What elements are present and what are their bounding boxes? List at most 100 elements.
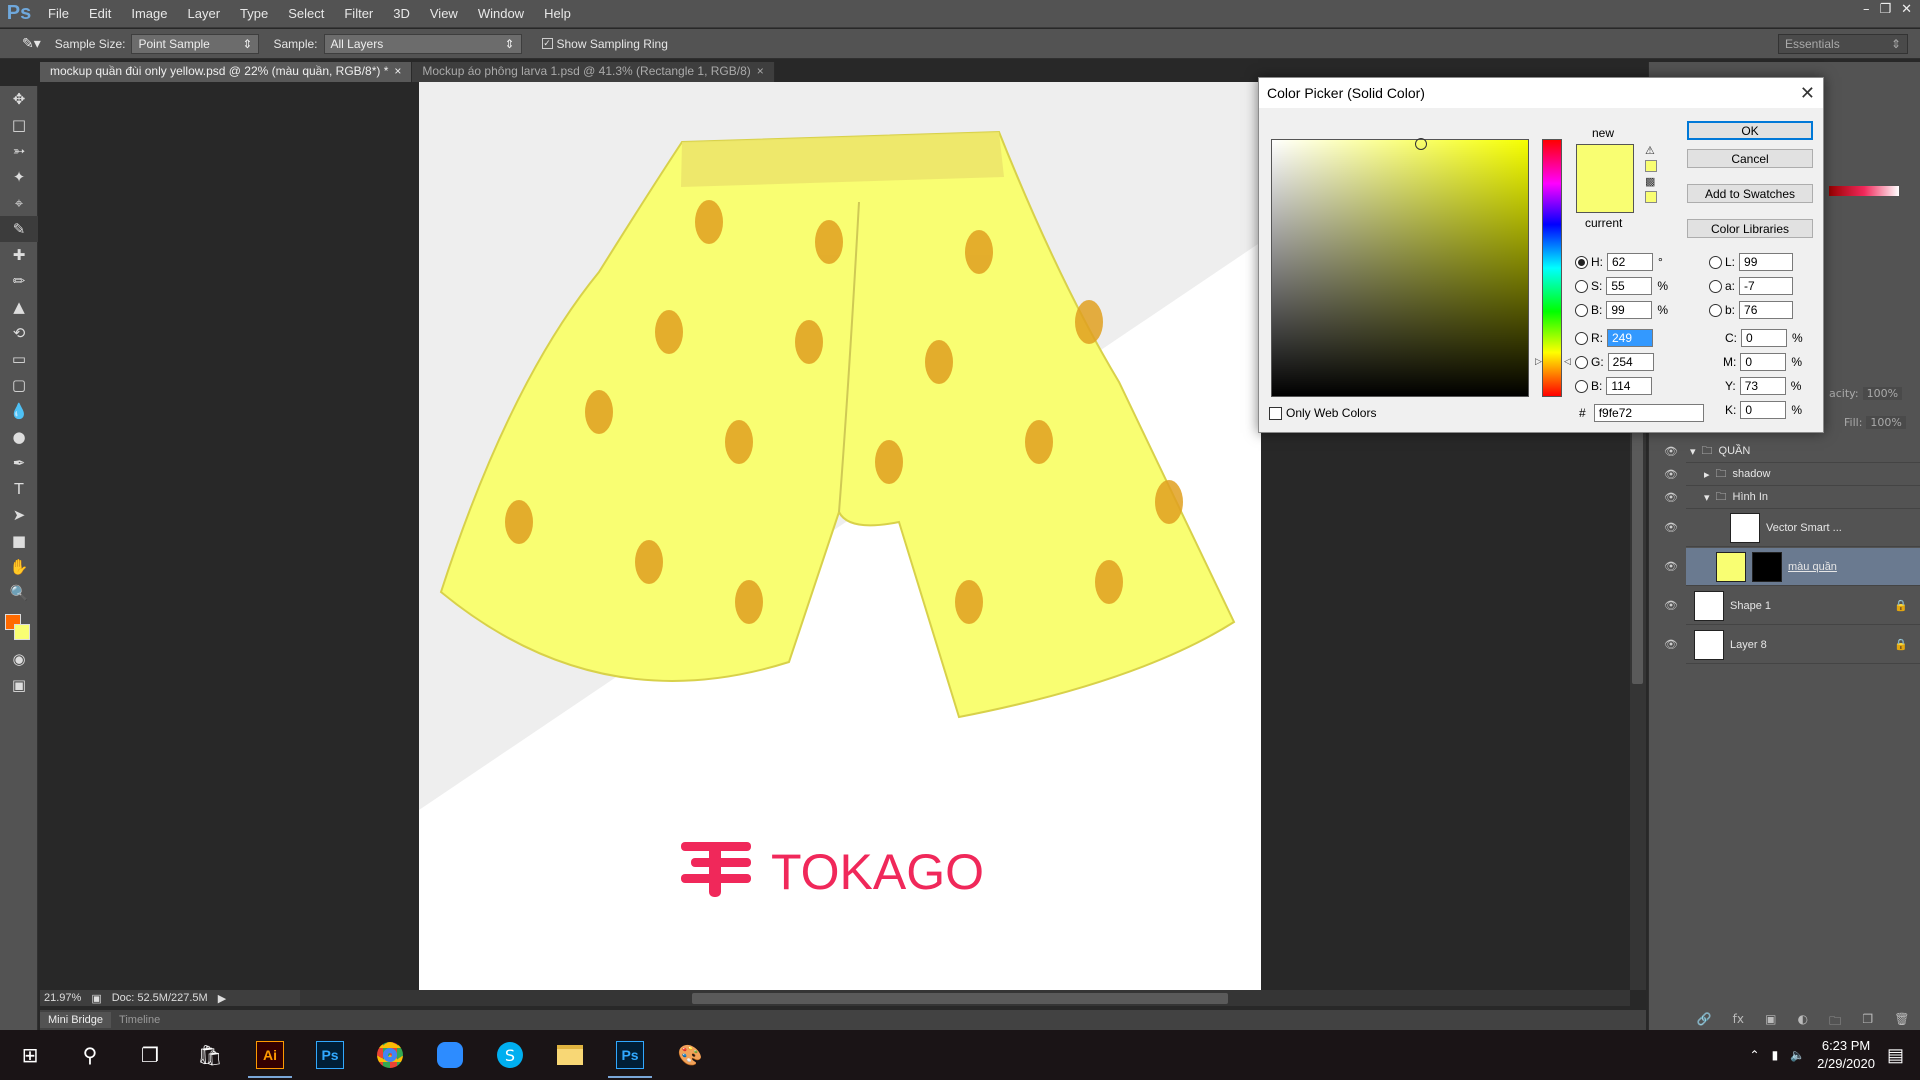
layer-group-hinh-in[interactable]: 👁 ▾ 🗀 Hình In [1664,486,1920,509]
skype-icon[interactable]: S [480,1030,540,1080]
menu-3d[interactable]: 3D [383,6,420,21]
layer-mau-quan[interactable]: 👁 màu quần [1664,548,1920,586]
chrome-icon[interactable] [360,1030,420,1080]
saturation-field[interactable]: S: 55% [1575,277,1668,295]
tab-doc-1[interactable]: mockup quần đùi only yellow.psd @ 22% (m… [40,62,413,82]
sample-size-select[interactable]: Point Sample ⇕ [131,33,260,54]
sampling-ring-checkbox[interactable]: ✓ Show Sampling Ring [541,37,668,51]
workspace-select[interactable]: Essentials ⇕ [1778,34,1908,54]
menu-help[interactable]: Help [534,6,581,21]
green-field[interactable]: G: 254 [1575,353,1654,371]
fill-control[interactable]: Fill: 100% [1844,416,1906,429]
only-web-colors-checkbox[interactable]: Only Web Colors [1269,406,1376,420]
sample-select[interactable]: All Layers ⇕ [323,33,522,54]
fx-icon[interactable]: fx [1733,1012,1744,1030]
hue-field[interactable]: H: 62 ° [1575,253,1663,271]
web-safe-cube-icon[interactable]: ▩ [1645,175,1661,188]
layer-shape-1[interactable]: 👁 Shape 1 🔒 [1664,587,1920,625]
store-icon[interactable]: 🛍 [180,1030,240,1080]
new-layer-icon[interactable]: ❐ [1862,1012,1873,1030]
trash-icon[interactable]: 🗑 [1894,1012,1909,1030]
quick-mask-icon[interactable]: ◉ [0,646,38,672]
document-canvas[interactable]: TOKAGO [419,82,1261,990]
out-of-gamut-warning-icon[interactable]: ⚠ [1645,144,1661,157]
color-swatches[interactable] [0,606,37,646]
type-tool-icon[interactable]: T [0,476,38,502]
task-view-icon[interactable]: ❐ [120,1030,180,1080]
windows-start-icon[interactable]: ⊞ [0,1030,60,1080]
minimize-icon[interactable]: – [1863,2,1870,17]
marquee-tool-icon[interactable]: □ [0,112,38,138]
zoom-app-icon[interactable] [420,1030,480,1080]
export-icon[interactable]: ▣ [91,992,101,1005]
zoom-level[interactable]: 21.97% [44,992,81,1004]
brush-tool-icon[interactable]: ✏ [0,268,38,294]
dialog-title-bar[interactable]: Color Picker (Solid Color) ✕ [1259,78,1823,108]
lab-l-field[interactable]: L: 99 [1709,253,1794,271]
magenta-field[interactable]: M: 0% [1723,353,1802,371]
menu-select[interactable]: Select [278,6,334,21]
close-icon[interactable]: ✕ [1901,2,1912,17]
path-select-tool-icon[interactable]: ➤ [0,502,38,528]
menu-image[interactable]: Image [121,6,177,21]
web-safe-swatch[interactable] [1645,191,1657,203]
mask-icon[interactable]: ▣ [1765,1012,1776,1030]
yellow-field[interactable]: Y: 73% [1725,377,1801,395]
menu-file[interactable]: File [38,6,79,21]
clock[interactable]: 6:23 PM 2/29/2020 [1817,1037,1875,1073]
search-icon[interactable]: ⚲ [60,1030,120,1080]
stamp-tool-icon[interactable]: ▲ [0,294,38,320]
vertical-scroll-thumb[interactable] [1632,430,1643,684]
volume-icon[interactable]: 🔈 [1790,1048,1805,1062]
black-field[interactable]: K: 0% [1725,401,1802,419]
current-color-swatch[interactable] [1576,179,1634,213]
horizontal-scroll-thumb[interactable] [692,993,1228,1004]
hue-slider-right-arrow[interactable]: ◁ [1564,356,1571,367]
menu-type[interactable]: Type [230,6,278,21]
shape-tool-icon[interactable]: ■ [0,528,38,554]
menu-window[interactable]: Window [468,6,534,21]
photoshop-app[interactable]: Ps [300,1030,360,1080]
color-picker-ring[interactable] [1415,138,1427,150]
new-group-icon[interactable]: 🗀 [1829,1012,1841,1030]
color-ramp[interactable] [1829,186,1899,196]
lab-b-field[interactable]: b: 76 [1709,301,1794,319]
cancel-button[interactable]: Cancel [1687,149,1813,168]
menu-edit[interactable]: Edit [79,6,121,21]
screen-mode-icon[interactable]: ▣ [0,672,38,698]
crop-tool-icon[interactable]: ⌖ [0,190,38,216]
paint-icon[interactable]: 🎨 [660,1030,720,1080]
cyan-field[interactable]: C: 0% [1725,329,1803,347]
play-icon[interactable]: ▶ [218,992,226,1005]
restore-icon[interactable]: ❐ [1879,2,1891,17]
menu-filter[interactable]: Filter [334,6,383,21]
blue-field[interactable]: B: 114 [1575,377,1653,395]
pen-tool-icon[interactable]: ✒ [0,450,38,476]
color-libraries-button[interactable]: Color Libraries [1687,219,1813,238]
ok-button[interactable]: OK [1687,121,1813,140]
battery-icon[interactable]: ▮ [1772,1048,1779,1062]
layer-group-quan[interactable]: 👁 ▾ 🗀 QUẦN [1664,440,1920,463]
opacity-control[interactable]: acity: 100% [1829,387,1903,400]
layer-group-shadow[interactable]: 👁 ▸ 🗀 shadow [1664,463,1920,486]
move-tool-icon[interactable]: ✥ [0,86,38,112]
file-explorer-icon[interactable] [540,1030,600,1080]
hex-field[interactable]: # f9fe72 [1579,404,1704,422]
saturation-brightness-field[interactable] [1271,139,1529,397]
blur-tool-icon[interactable]: 💧 [0,398,38,424]
eraser-tool-icon[interactable]: ▭ [0,346,38,372]
quick-select-tool-icon[interactable]: ✦ [0,164,38,190]
illustrator-app[interactable]: Ai [240,1030,300,1080]
photoshop-app-active[interactable]: Ps [600,1030,660,1080]
adjustment-icon[interactable]: ◐ [1798,1012,1808,1030]
chevron-up-icon[interactable]: ⌃ [1750,1048,1760,1062]
add-to-swatches-button[interactable]: Add to Swatches [1687,184,1813,203]
tab-mini-bridge[interactable]: Mini Bridge [40,1012,112,1028]
layer-layer-8[interactable]: 👁 Layer 8 🔒 [1664,626,1920,664]
tab-timeline[interactable]: Timeline [111,1012,168,1028]
dodge-tool-icon[interactable]: ● [0,424,38,450]
layer-vector-smart[interactable]: 👁 Vector Smart ... [1664,509,1920,547]
gamut-swatch[interactable] [1645,160,1657,172]
hand-tool-icon[interactable]: ✋ [0,554,38,580]
red-field[interactable]: R: 249 [1575,329,1653,347]
